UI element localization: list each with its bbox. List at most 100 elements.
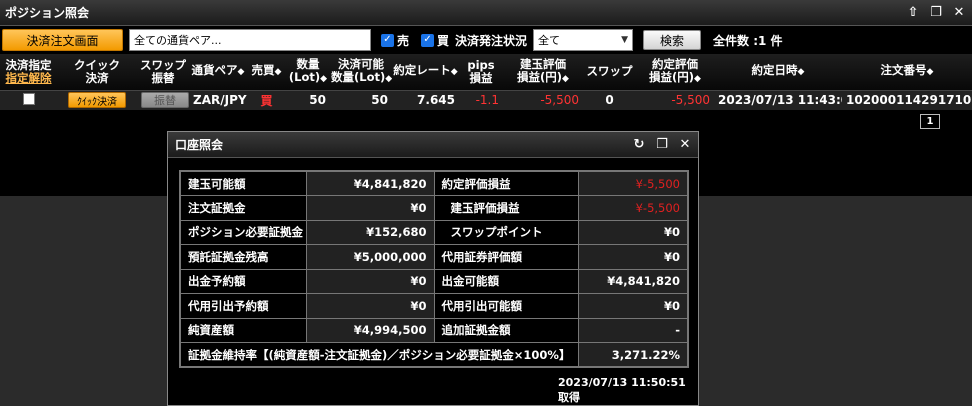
- page-button[interactable]: 1: [920, 114, 940, 129]
- label-substitute-withdrawable: 代用引出可能額: [433, 293, 579, 319]
- dialog-title: 口座照会: [175, 138, 224, 152]
- release-specify-link[interactable]: 指定解除: [6, 71, 52, 85]
- sort-icon: ◆: [320, 73, 328, 84]
- row-checkbox[interactable]: [22, 92, 35, 105]
- value-trade-valuation: ¥-5,500: [577, 170, 689, 196]
- header-swap-transfer: スワップ 振替: [137, 54, 189, 91]
- sell-label: 売: [397, 33, 410, 48]
- close-icon[interactable]: ✕: [678, 138, 692, 152]
- restore-icon[interactable]: ❐: [655, 138, 669, 152]
- sort-icon: ◆: [797, 67, 805, 78]
- label-required-margin: ポジション必要証拠金: [179, 219, 307, 245]
- value-additional-margin: -: [577, 317, 689, 343]
- buy-filter[interactable]: ✓ 買: [421, 32, 449, 49]
- position-table: 決済指定 指定解除 クイック 決済 スワップ 振替 通貨ペア◆ 売買◆ 数量 (Lot)…: [0, 54, 972, 110]
- value-order-margin: ¥0: [305, 195, 435, 221]
- header-pips[interactable]: pips 損益: [459, 54, 503, 91]
- label-net-assets: 純資産額: [179, 317, 307, 343]
- table-row: 証拠金維持率【(純資産額-注文証拠金)／ポジション必要証拠金×100%】 3,2…: [179, 342, 689, 368]
- label-withdrawable: 出金可能額: [433, 268, 579, 294]
- value-swap-points: ¥0: [577, 219, 689, 245]
- sell-filter[interactable]: ✓ 売: [381, 32, 409, 49]
- order-status-value: 全て: [538, 34, 561, 47]
- order-status-select[interactable]: 全て ▼: [533, 29, 634, 51]
- sort-icon: ◆: [694, 73, 701, 84]
- table-row: 純資産額 ¥4,994,500 追加証拠金額 -: [179, 317, 689, 343]
- header-rate[interactable]: 約定レート◆: [392, 54, 459, 91]
- buy-label: 買: [437, 33, 450, 48]
- buy-checkbox[interactable]: ✓: [421, 33, 435, 47]
- quick-settle-button[interactable]: ｸｲｯｸ決済: [68, 92, 126, 109]
- sort-icon: ◆: [562, 73, 569, 84]
- cell-order-number: 102000114291710: [842, 90, 972, 110]
- value-substitute-securities: ¥0: [577, 244, 689, 270]
- cell-valuation: -5,500: [503, 90, 583, 110]
- table-row: 預託証拠金残高 ¥5,000,000 代用証券評価額 ¥0: [179, 244, 689, 270]
- value-net-assets: ¥4,994,500: [305, 317, 435, 343]
- swap-transfer-button[interactable]: 振替: [141, 92, 189, 109]
- sell-checkbox[interactable]: ✓: [381, 33, 394, 47]
- cell-pips: -1.1: [459, 90, 503, 110]
- restore-icon[interactable]: ❐: [929, 6, 943, 20]
- account-inquiry-dialog: 口座照会 ↻ ❐ ✕ 建玉可能額 ¥4,841,820 約定評価損益 ¥-5,5…: [167, 131, 699, 406]
- dialog-titlebar: 口座照会 ↻ ❐ ✕: [168, 132, 698, 158]
- table-row: ポジション必要証拠金 ¥152,680 スワップポイント ¥0: [179, 219, 689, 245]
- cell-trade-datetime: 2023/07/13 11:43:03: [714, 90, 842, 110]
- table-row: 注文証拠金 ¥0 建玉評価損益 ¥-5,500: [179, 195, 689, 221]
- header-valuation[interactable]: 建玉評価 損益(円)◆: [503, 54, 583, 91]
- cell-rate: 7.645: [392, 90, 459, 110]
- header-side[interactable]: 売買◆: [247, 54, 286, 91]
- cell-side: 買: [247, 90, 286, 110]
- label-swap-points: スワップポイント: [433, 219, 579, 245]
- header-quick-settle: クイック 決済: [57, 54, 137, 91]
- value-deposit-balance: ¥5,000,000: [305, 244, 435, 270]
- settlement-order-screen-button[interactable]: 決済注文画面: [2, 29, 123, 51]
- value-withdrawable: ¥4,841,820: [577, 268, 689, 294]
- value-withdrawal-reserved: ¥0: [305, 268, 435, 294]
- close-icon[interactable]: ✕: [952, 6, 966, 20]
- label-substitute-withdrawal-reserved: 代用引出予約額: [179, 293, 307, 319]
- label-available-position: 建玉可能額: [179, 170, 307, 196]
- table-row: ｸｲｯｸ決済 振替 ZAR/JPY 買 50 50 7.645 -1.1 -5,…: [0, 90, 972, 110]
- value-margin-ratio: 3,271.22%: [577, 342, 689, 368]
- currency-pair-input[interactable]: [129, 29, 371, 51]
- label-withdrawal-reserved: 出金予約額: [179, 268, 307, 294]
- table-header-row: 決済指定 指定解除 クイック 決済 スワップ 振替 通貨ペア◆ 売買◆ 数量 (Lot)…: [0, 54, 972, 91]
- header-currency-pair[interactable]: 通貨ペア◆: [189, 54, 247, 91]
- retrieved-timestamp: 2023/07/13 11:50:51 取得: [558, 376, 686, 404]
- window-titlebar: ポジション照会 ⇧ ❐ ✕: [0, 0, 972, 26]
- cell-settle-check[interactable]: [0, 90, 57, 110]
- header-swap[interactable]: スワップ: [583, 54, 636, 91]
- chevron-down-icon: ▼: [621, 35, 629, 45]
- header-trade-datetime[interactable]: 約定日時◆: [714, 54, 842, 91]
- refresh-icon[interactable]: ↻: [632, 138, 646, 152]
- label-trade-valuation: 約定評価損益: [433, 170, 579, 196]
- cell-settleable-qty: 50: [330, 90, 392, 110]
- search-button[interactable]: 検索: [643, 30, 702, 50]
- sort-icon: ◆: [274, 67, 282, 78]
- cell-quick-settle: ｸｲｯｸ決済: [57, 90, 137, 110]
- sort-icon: ◆: [926, 67, 934, 78]
- account-table: 建玉可能額 ¥4,841,820 約定評価損益 ¥-5,500 注文証拠金 ¥0…: [179, 170, 689, 368]
- header-quantity[interactable]: 数量 (Lot)◆: [286, 54, 330, 91]
- value-required-margin: ¥152,680: [305, 219, 435, 245]
- pin-icon[interactable]: ⇧: [906, 6, 920, 20]
- cell-swap-transfer: 振替: [137, 90, 189, 110]
- header-settleable-qty[interactable]: 決済可能 数量(Lot)◆: [330, 54, 392, 91]
- cell-quantity: 50: [286, 90, 330, 110]
- header-order-number[interactable]: 注文番号◆: [842, 54, 972, 91]
- table-row: 出金予約額 ¥0 出金可能額 ¥4,841,820: [179, 268, 689, 294]
- label-additional-margin: 追加証拠金額: [433, 317, 579, 343]
- total-count: 全件数 :1 件: [713, 33, 783, 48]
- sort-icon: ◆: [450, 67, 458, 78]
- value-substitute-withdrawal-reserved: ¥0: [305, 293, 435, 319]
- header-settle-specify[interactable]: 決済指定 指定解除: [0, 54, 57, 91]
- label-margin-ratio: 証拠金維持率【(純資産額-注文証拠金)／ポジション必要証拠金×100%】: [179, 342, 579, 368]
- label-substitute-securities: 代用証券評価額: [433, 244, 579, 270]
- label-position-valuation: 建玉評価損益: [433, 195, 579, 221]
- table-row: 建玉可能額 ¥4,841,820 約定評価損益 ¥-5,500: [179, 170, 689, 196]
- label-deposit-balance: 預託証拠金残高: [179, 244, 307, 270]
- value-substitute-withdrawable: ¥0: [577, 293, 689, 319]
- table-row: 代用引出予約額 ¥0 代用引出可能額 ¥0: [179, 293, 689, 319]
- header-trade-valuation[interactable]: 約定評価 損益(円)◆: [636, 54, 714, 91]
